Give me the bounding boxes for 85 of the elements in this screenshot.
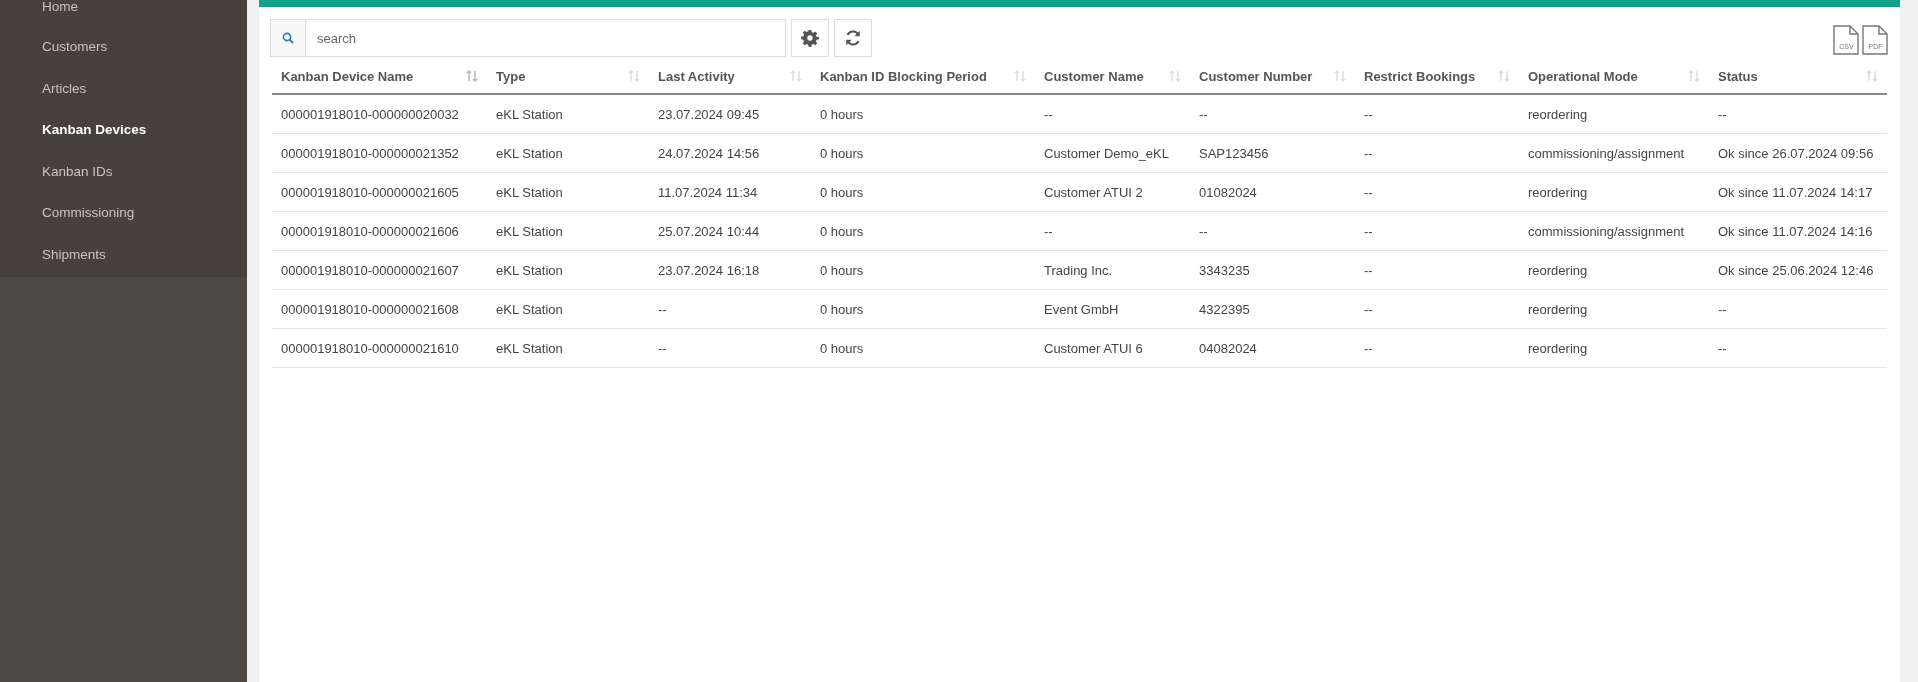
table-cell: 0 hours	[820, 223, 864, 239]
sidebar-item[interactable]: Kanban IDs	[42, 150, 247, 192]
sidebar-item[interactable]: Articles	[42, 67, 247, 109]
column-header[interactable]: Customer Number	[1190, 59, 1355, 94]
table-cell: 000001918010-000000021610	[281, 340, 459, 356]
search-field[interactable]: search	[306, 19, 786, 57]
sidebar-item[interactable]: Home	[42, 0, 247, 26]
table-cell: --	[1199, 223, 1208, 239]
table-cell: 23.07.2024 16:18	[658, 262, 760, 278]
table-cell: --	[1044, 106, 1053, 122]
table-cell: reordering	[1528, 184, 1588, 200]
table-cell: Ok since 26.07.2024 09:56	[1718, 145, 1874, 161]
table-cell: --	[1364, 340, 1373, 356]
table-cell: eKL Station	[496, 184, 563, 200]
table-cell: --	[1364, 223, 1373, 239]
settings-icon	[801, 29, 819, 47]
table-cell: 4322395	[1199, 301, 1250, 317]
sidebar-item[interactable]: Shipments	[42, 233, 247, 275]
sidebar-item[interactable]: Customers	[42, 26, 247, 68]
table-cell: Event GmbH	[1044, 301, 1119, 317]
table-cell: eKL Station	[496, 145, 563, 161]
refresh-icon	[844, 29, 862, 47]
table-cell: reordering	[1528, 301, 1588, 317]
table-cell: 0 hours	[820, 262, 864, 278]
table-cell: eKL Station	[496, 340, 563, 356]
table-cell: 11.07.2024 11:34	[658, 184, 758, 200]
table-cell: --	[658, 301, 667, 317]
table-cell: reordering	[1528, 262, 1588, 278]
table-cell: reordering	[1528, 106, 1588, 122]
table-cell: Trading Inc.	[1044, 262, 1113, 278]
table-cell: Customer ATUI 2	[1044, 184, 1143, 200]
table-cell: 3343235	[1199, 262, 1250, 278]
table-cell: eKL Station	[496, 262, 563, 278]
table-cell: Customer ATUI 6	[1044, 340, 1143, 356]
table-cell: --	[1364, 184, 1373, 200]
table-cell: Ok since 11.07.2024 14:16	[1718, 223, 1873, 239]
column-header[interactable]: Kanban Device Name	[272, 59, 487, 94]
search-icon[interactable]	[270, 19, 306, 57]
table-cell: 0 hours	[820, 106, 864, 122]
sidebar-item[interactable]: Commissioning	[42, 192, 247, 234]
table-cell: reordering	[1528, 340, 1588, 356]
table-cell: Ok since 25.06.2024 12:46	[1718, 262, 1874, 278]
column-header[interactable]: Status	[1709, 59, 1887, 94]
column-header[interactable]: Restrict Bookings	[1355, 59, 1519, 94]
column-header[interactable]: Operational Mode	[1519, 59, 1709, 94]
column-header[interactable]: Type	[487, 59, 649, 94]
table-cell: 000001918010-000000021606	[281, 223, 459, 239]
table-cell: --	[1364, 262, 1373, 278]
table-cell: 04082024	[1199, 340, 1257, 356]
table-cell: --	[1718, 340, 1727, 356]
table-cell: 23.07.2024 09:45	[658, 106, 760, 122]
table-cell: commissioning/assignment	[1528, 223, 1685, 239]
table-cell: --	[1364, 145, 1373, 161]
table-cell: 25.07.2024 10:44	[658, 223, 760, 239]
table-cell: SAP123456	[1199, 145, 1269, 161]
table-cell: commissioning/assignment	[1528, 145, 1685, 161]
table-cell: --	[1199, 106, 1208, 122]
table-cell: --	[1718, 301, 1727, 317]
table-cell: --	[658, 340, 667, 356]
table-cell: 000001918010-000000021605	[281, 184, 459, 200]
settings-button[interactable]	[791, 19, 829, 57]
table-cell: 000001918010-000000020032	[281, 106, 459, 122]
column-header[interactable]: Last Activity	[649, 59, 811, 94]
table-cell: eKL Station	[496, 223, 563, 239]
table-cell: eKL Station	[496, 301, 563, 317]
table-cell: 01082024	[1199, 184, 1257, 200]
table-cell: 000001918010-000000021607	[281, 262, 459, 278]
column-header[interactable]: Customer Name	[1035, 59, 1190, 94]
table-cell: --	[1718, 106, 1727, 122]
table-cell: 000001918010-000000021352	[281, 145, 459, 161]
refresh-button[interactable]	[834, 19, 872, 57]
table-cell: Customer Demo_eKL	[1044, 145, 1169, 161]
sidebar-item[interactable]: Kanban Devices	[42, 109, 247, 151]
table-cell: --	[1364, 106, 1373, 122]
table-cell: --	[1364, 301, 1373, 317]
table-cell: --	[1044, 223, 1053, 239]
table-cell: 24.07.2024 14:56	[658, 145, 760, 161]
table-cell: Ok since 11.07.2024 14:17	[1718, 184, 1873, 200]
column-header[interactable]: Kanban ID Blocking Period	[811, 59, 1035, 94]
table-cell: 0 hours	[820, 184, 864, 200]
table-cell: 0 hours	[820, 301, 864, 317]
table-cell: 000001918010-000000021608	[281, 301, 459, 317]
table-cell: 0 hours	[820, 145, 864, 161]
table-cell: eKL Station	[496, 106, 563, 122]
table-cell: 0 hours	[820, 340, 864, 356]
